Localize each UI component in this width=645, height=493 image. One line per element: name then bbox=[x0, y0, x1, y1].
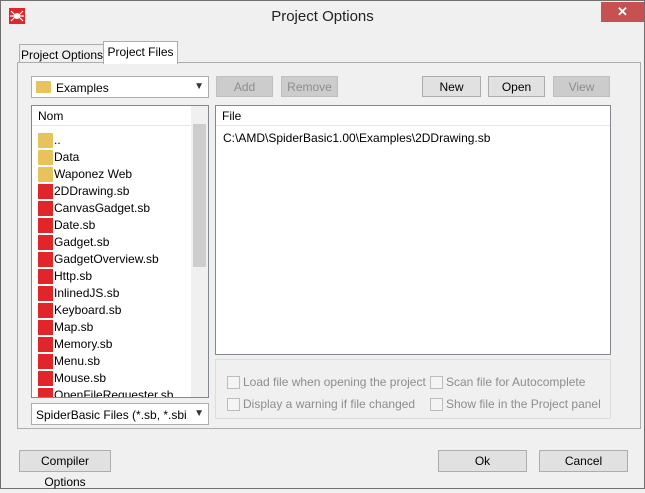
file-browser-header: Nom bbox=[32, 106, 193, 126]
list-item-label: .. bbox=[54, 133, 61, 147]
spiderbasic-file-icon bbox=[38, 184, 53, 199]
file-browser-scrollbar[interactable] bbox=[191, 106, 208, 397]
folder-combo[interactable]: Examples ▼ bbox=[31, 76, 209, 98]
file-filter-value: SpiderBasic Files (*.sb, *.sbi, *.sb bbox=[36, 408, 188, 422]
spiderbasic-file-icon bbox=[38, 286, 53, 301]
file-filter-combo[interactable]: SpiderBasic Files (*.sb, *.sbi, *.sb ▼ bbox=[31, 403, 209, 425]
remove-button[interactable]: Remove bbox=[281, 76, 338, 97]
spiderbasic-file-icon bbox=[38, 354, 53, 369]
new-button[interactable]: New bbox=[422, 76, 481, 97]
spiderbasic-file-icon bbox=[38, 371, 53, 386]
window-title: Project Options bbox=[271, 8, 374, 25]
list-item-label: Data bbox=[54, 150, 80, 164]
tab-project-files[interactable]: Project Files bbox=[103, 41, 178, 64]
list-item-label: OpenFileRequester.sb bbox=[54, 388, 174, 398]
folder-combo-value: Examples bbox=[56, 81, 109, 95]
view-button[interactable]: View bbox=[553, 76, 610, 97]
list-item-label: Gadget.sb bbox=[54, 235, 110, 249]
file-browser-list[interactable]: Nom .. Data Waponez Web 2DDrawing.sb CanvasG… bbox=[31, 105, 209, 398]
list-item-label: Waponez Web bbox=[54, 167, 133, 181]
list-item-label: Menu.sb bbox=[54, 354, 101, 368]
add-button[interactable]: Add bbox=[216, 76, 273, 97]
list-item-label: Memory.sb bbox=[54, 337, 113, 351]
compiler-options-button[interactable]: Compiler Options bbox=[19, 450, 111, 489]
list-item-label: Mouse.sb bbox=[54, 371, 107, 385]
folder-icon bbox=[38, 133, 53, 148]
cancel-button[interactable]: Cancel bbox=[539, 450, 628, 472]
folder-icon bbox=[38, 167, 53, 182]
chevron-down-icon: ▼ bbox=[194, 81, 204, 92]
spiderbasic-file-icon bbox=[38, 388, 53, 397]
project-file-entry[interactable]: C:\AMD\SpiderBasic1.00\Examples\2DDrawin… bbox=[223, 131, 490, 145]
spiderbasic-file-icon bbox=[38, 320, 53, 335]
ok-button[interactable]: Ok bbox=[438, 450, 527, 472]
spiderbasic-file-icon bbox=[38, 303, 53, 318]
project-options-window: Project Options ✕ Project Options Projec… bbox=[0, 0, 645, 489]
chevron-down-icon: ▼ bbox=[194, 408, 204, 419]
list-item-label: InlinedJS.sb bbox=[54, 286, 120, 300]
list-item-label: CanvasGadget.sb bbox=[54, 201, 151, 215]
spiderbasic-file-icon bbox=[38, 218, 53, 233]
list-item-label: Keyboard.sb bbox=[54, 303, 122, 317]
list-item-label: Map.sb bbox=[54, 320, 94, 334]
list-item-label: Date.sb bbox=[54, 218, 96, 232]
spiderbasic-file-icon bbox=[38, 252, 53, 267]
list-item-label: GadgetOverview.sb bbox=[54, 252, 159, 266]
scrollbar-thumb[interactable] bbox=[193, 124, 206, 267]
open-button[interactable]: Open bbox=[488, 76, 545, 97]
project-files-list[interactable]: File C:\AMD\SpiderBasic1.00\Examples\2DD… bbox=[215, 105, 611, 355]
spiderbasic-file-icon bbox=[38, 235, 53, 250]
folder-icon bbox=[38, 150, 53, 165]
folder-icon bbox=[36, 81, 51, 93]
close-icon[interactable]: ✕ bbox=[601, 2, 644, 22]
spiderbasic-file-icon bbox=[38, 201, 53, 216]
list-item-label: Http.sb bbox=[54, 269, 93, 283]
list-item-label: 2DDrawing.sb bbox=[54, 184, 130, 198]
spiderbasic-file-icon bbox=[38, 269, 53, 284]
project-files-header: File bbox=[216, 106, 610, 126]
spiderbasic-file-icon bbox=[38, 337, 53, 352]
title-bar: Project Options ✕ bbox=[1, 1, 644, 32]
